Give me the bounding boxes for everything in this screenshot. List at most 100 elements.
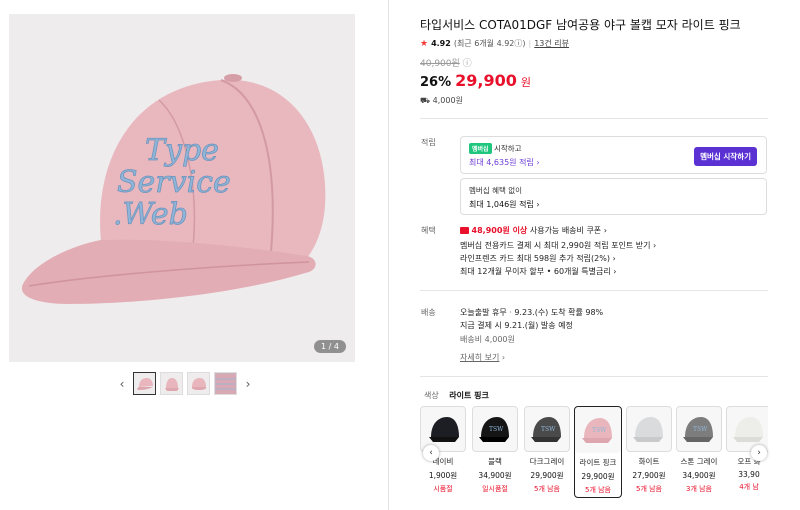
swatch-price: 29,900원 bbox=[581, 472, 615, 481]
color-swatches: 네이비 1,900원 시품절 TSW 블랙 34,900원 일시품절 TSW 다… bbox=[420, 406, 768, 502]
pattern-thumb-icon bbox=[215, 373, 236, 394]
white-cap-icon bbox=[633, 417, 663, 442]
navy-cap-icon bbox=[429, 417, 459, 442]
swatch-name: 화이트 bbox=[638, 457, 660, 466]
price-unit: 원 bbox=[520, 76, 531, 89]
thumbnail-3[interactable] bbox=[187, 372, 210, 395]
swatch-dark-gray[interactable]: TSW 다크그레이 29,900원 5개 남음 bbox=[524, 406, 570, 494]
info-icon[interactable]: ⓘ bbox=[514, 39, 522, 48]
swatch-name: 스톤 그레이 bbox=[680, 457, 718, 466]
original-price-row: 40,900원 ⓘ bbox=[420, 56, 472, 69]
sale-price: 29,900 bbox=[455, 71, 517, 90]
chevron-right-icon: › bbox=[653, 241, 657, 250]
chevron-right-icon: › bbox=[536, 200, 540, 209]
pink-cap-thumb-icon bbox=[164, 377, 179, 391]
divider bbox=[420, 376, 768, 377]
image-page-indicator: 1 / 4 bbox=[314, 340, 346, 353]
thumbnail-4[interactable] bbox=[214, 372, 237, 395]
swatch-light-pink[interactable]: TSW 라이트 핑크 29,900원 5개 남음 bbox=[574, 406, 622, 498]
color-label: 색상 bbox=[424, 391, 439, 400]
dark-gray-cap-icon: TSW bbox=[531, 417, 561, 442]
product-gallery: Type Service .Web 1 / 4 ‹ › bbox=[0, 0, 388, 510]
svg-text:TSW: TSW bbox=[592, 427, 607, 434]
price-row: 26% 29,900 원 bbox=[420, 71, 531, 90]
installment-text: 최대 12개월 무이자 할부 • 60개월 특별금리 bbox=[460, 267, 611, 276]
svg-text:.Web: .Web bbox=[113, 197, 188, 232]
separator: · bbox=[509, 308, 512, 317]
rating-row: ★ 4.92 (최근 6개월 4.92ⓘ) | 13건 리뷰 bbox=[420, 38, 569, 49]
chevron-right-icon: › bbox=[501, 353, 506, 362]
swatch-price: 29,900원 bbox=[530, 471, 564, 480]
benefits-label: 혜택 bbox=[421, 226, 436, 235]
discount-rate: 26% bbox=[420, 75, 452, 90]
no-membership-box: 멤버십 혜택 없이 최대 1,046원 적립 › bbox=[460, 178, 767, 215]
chevron-right-icon: › bbox=[757, 448, 761, 458]
swatch-black[interactable]: TSW 블랙 34,900원 일시품절 bbox=[472, 406, 518, 494]
vertical-divider bbox=[388, 0, 389, 510]
swatch-price: 34,900원 bbox=[478, 471, 512, 480]
pink-cap-thumb-icon bbox=[136, 377, 153, 390]
svg-text:TSW: TSW bbox=[489, 426, 504, 433]
swatch-prev-button[interactable]: ‹ bbox=[423, 445, 439, 461]
svg-text:Type: Type bbox=[145, 133, 219, 168]
membership-badge: 멤버십 bbox=[469, 143, 492, 154]
friends-card-row[interactable]: 라인프렌즈 카드 최대 598원 추가 적립(2%) › bbox=[460, 253, 616, 264]
start-membership-button[interactable]: 멤버십 시작하기 bbox=[694, 147, 757, 166]
selected-color: 라이트 핑크 bbox=[449, 391, 489, 400]
thumbnail-strip: ‹ › bbox=[115, 372, 255, 395]
thumbnail-2[interactable] bbox=[160, 372, 183, 395]
coupon-text: 사용가능 배송비 쿠폰 bbox=[529, 226, 602, 235]
black-cap-icon: TSW bbox=[479, 417, 509, 442]
swatch-next-button[interactable]: › bbox=[751, 445, 767, 461]
swatch-stock: 시품절 bbox=[433, 485, 453, 493]
truck-icon: ⛟ bbox=[420, 96, 431, 105]
svg-text:Service: Service bbox=[117, 165, 231, 200]
points-label: 적립 bbox=[421, 138, 436, 147]
svg-text:TSW: TSW bbox=[693, 426, 708, 433]
swatch-name: 라이트 핑크 bbox=[579, 458, 617, 467]
delivery-fee: 배송비 4,000원 bbox=[460, 335, 515, 344]
star-icon: ★ bbox=[420, 38, 429, 49]
swatch-stock: 3개 남음 bbox=[686, 485, 712, 493]
swatch-price: 1,900원 bbox=[428, 471, 458, 480]
color-option-label: 색상 라이트 핑크 bbox=[424, 390, 489, 401]
installment-row[interactable]: 최대 12개월 무이자 할부 • 60개월 특별금리 › bbox=[460, 266, 617, 277]
main-product-image[interactable]: Type Service .Web 1 / 4 bbox=[9, 14, 355, 362]
chevron-right-icon: › bbox=[603, 226, 607, 235]
delivery-details-link[interactable]: 자세히 보기 › bbox=[460, 352, 505, 363]
original-price: 40,900원 bbox=[420, 59, 460, 69]
card-benefit-row[interactable]: 멤버십 전용카드 결제 시 최대 2,990원 적립 포인트 받기 › bbox=[460, 240, 656, 251]
chevron-left-icon[interactable]: ‹ bbox=[115, 377, 129, 391]
thumbnail-1[interactable] bbox=[133, 372, 156, 395]
swatch-name: 다크그레이 bbox=[529, 457, 565, 466]
chevron-right-icon: › bbox=[612, 254, 616, 263]
coupon-icon bbox=[460, 227, 469, 234]
shipping-fee: 4,000원 bbox=[432, 96, 463, 105]
swatch-stock: 4개 남 bbox=[739, 483, 759, 491]
swatch-white[interactable]: 화이트 27,900원 5개 남음 bbox=[626, 406, 672, 494]
review-link[interactable]: 13건 리뷰 bbox=[534, 38, 569, 49]
rating-value: 4.92 bbox=[431, 39, 451, 48]
order-now-text: 지금 결제 시 9.21.(월) 발송 예정 bbox=[460, 321, 573, 330]
info-icon[interactable]: ⓘ bbox=[463, 59, 472, 69]
delivery-label: 배송 bbox=[421, 308, 436, 317]
chevron-left-icon: ‹ bbox=[429, 448, 433, 458]
chevron-right-icon: › bbox=[536, 158, 540, 167]
swatch-stone-gray[interactable]: TSW 스톤 그레이 34,900원 3개 남음 bbox=[676, 406, 722, 494]
product-title: 타입서비스 COTA01DGF 남여공용 야구 볼캡 모자 라이트 핑크 bbox=[420, 18, 741, 32]
swatch-price: 34,900원 bbox=[682, 471, 716, 480]
off-white-cap-icon bbox=[733, 417, 763, 442]
swatch-name: 블랙 bbox=[488, 457, 502, 466]
pink-cap-image: Type Service .Web bbox=[21, 74, 326, 304]
swatch-stock: 5개 남음 bbox=[585, 486, 611, 494]
membership-max-points[interactable]: 최대 4,635원 적립 bbox=[469, 158, 534, 167]
coupon-row[interactable]: 48,900원 이상 사용가능 배송비 쿠폰 › bbox=[460, 225, 607, 236]
no-membership-max-points[interactable]: 최대 1,046원 적립 bbox=[469, 200, 534, 209]
rating-detail: (최근 6개월 4.92ⓘ) bbox=[453, 39, 526, 48]
swatch-stock: 5개 남음 bbox=[534, 485, 560, 493]
membership-start-text: 시작하고 bbox=[493, 144, 522, 153]
membership-box: 멤버십 시작하고 최대 4,635원 적립 › 멤버십 시작하기 bbox=[460, 136, 767, 174]
chevron-right-icon: › bbox=[613, 267, 617, 276]
chevron-right-icon[interactable]: › bbox=[241, 377, 255, 391]
swatch-price: 27,900원 bbox=[632, 471, 666, 480]
